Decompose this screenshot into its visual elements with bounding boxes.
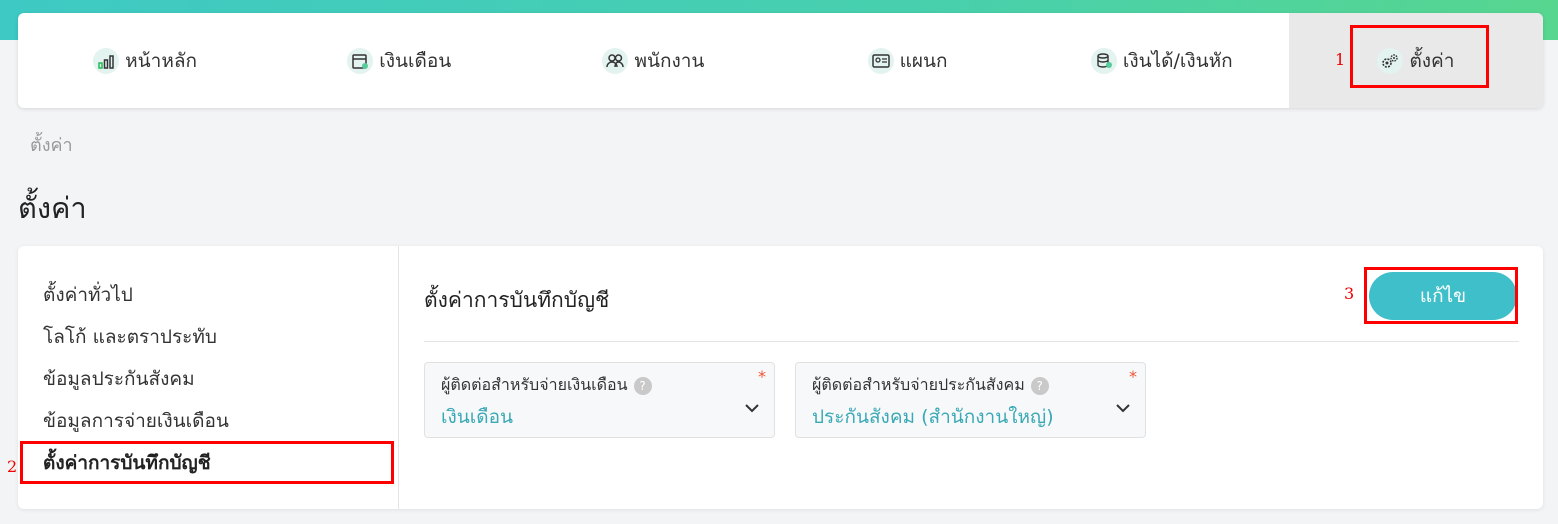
breadcrumb: ตั้งค่า [30,135,73,156]
required-marker: * [758,367,766,386]
sidebar-item-salary-payment[interactable]: ข้อมูลการจ่ายเงินเดือน [18,400,398,442]
field-label: ผู้ติดต่อสำหรับจ่ายประกันสังคม [812,375,1025,394]
page-title: ตั้งค่า [18,191,87,225]
highlight-box-accounting-item [20,441,394,484]
nav-label: แผนก [899,49,948,72]
annotation-number-2: 2 [7,457,18,476]
sidebar-item-general[interactable]: ตั้งค่าทั่วไป [18,274,398,316]
required-marker: * [1129,367,1137,386]
nav-item-home[interactable]: หน้าหลัก [18,13,272,108]
users-icon [602,47,629,74]
divider [424,341,1519,342]
nav-item-income-deduction[interactable]: เงินได้/เงินหัก [1035,13,1289,108]
highlight-box-settings-tab [1350,25,1489,88]
calendar-money-icon [347,47,374,74]
field-label: ผู้ติดต่อสำหรับจ่ายเงินเดือน [441,375,628,394]
chevron-down-icon [745,404,759,413]
field-value: เงินเดือน [441,406,513,428]
sidebar-item-social-security[interactable]: ข้อมูลประกันสังคม [18,358,398,400]
nav-label: เงินเดือน [379,49,452,72]
field-value: ประกันสังคม (สำนักงานใหญ่) [812,406,1054,428]
chevron-down-icon [1116,404,1130,413]
nav-item-employees[interactable]: พนักงาน [526,13,780,108]
sidebar-item-logo-stamp[interactable]: โลโก้ และตราประทับ [18,316,398,358]
nav-label: เงินได้/เงินหัก [1122,49,1233,72]
section-title: ตั้งค่าการบันทึกบัญชี [424,288,610,312]
coins-icon [1090,47,1117,74]
field-label-row: ผู้ติดต่อสำหรับจ่ายเงินเดือน ? [441,373,758,398]
field-label-row: ผู้ติดต่อสำหรับจ่ายประกันสังคม ? [812,373,1129,398]
salary-contact-select[interactable]: ผู้ติดต่อสำหรับจ่ายเงินเดือน ? * เงินเดื… [424,362,775,438]
nav-item-department[interactable]: แผนก [781,13,1035,108]
help-icon[interactable]: ? [633,376,652,395]
annotation-number-3: 3 [1344,284,1355,303]
top-nav: หน้าหลัก เงินเดือน พนักงาน แผนก เงินได้/… [18,13,1543,108]
nav-item-salary[interactable]: เงินเดือน [272,13,526,108]
help-icon[interactable]: ? [1030,376,1049,395]
nav-label: พนักงาน [634,49,705,72]
nav-label: หน้าหลัก [125,49,198,72]
highlight-box-edit-button [1364,267,1518,324]
social-security-contact-select[interactable]: ผู้ติดต่อสำหรับจ่ายประกันสังคม ? * ประกั… [795,362,1146,438]
bar-chart-icon [93,47,120,74]
id-card-icon [867,47,894,74]
annotation-number-1: 1 [1335,50,1346,69]
